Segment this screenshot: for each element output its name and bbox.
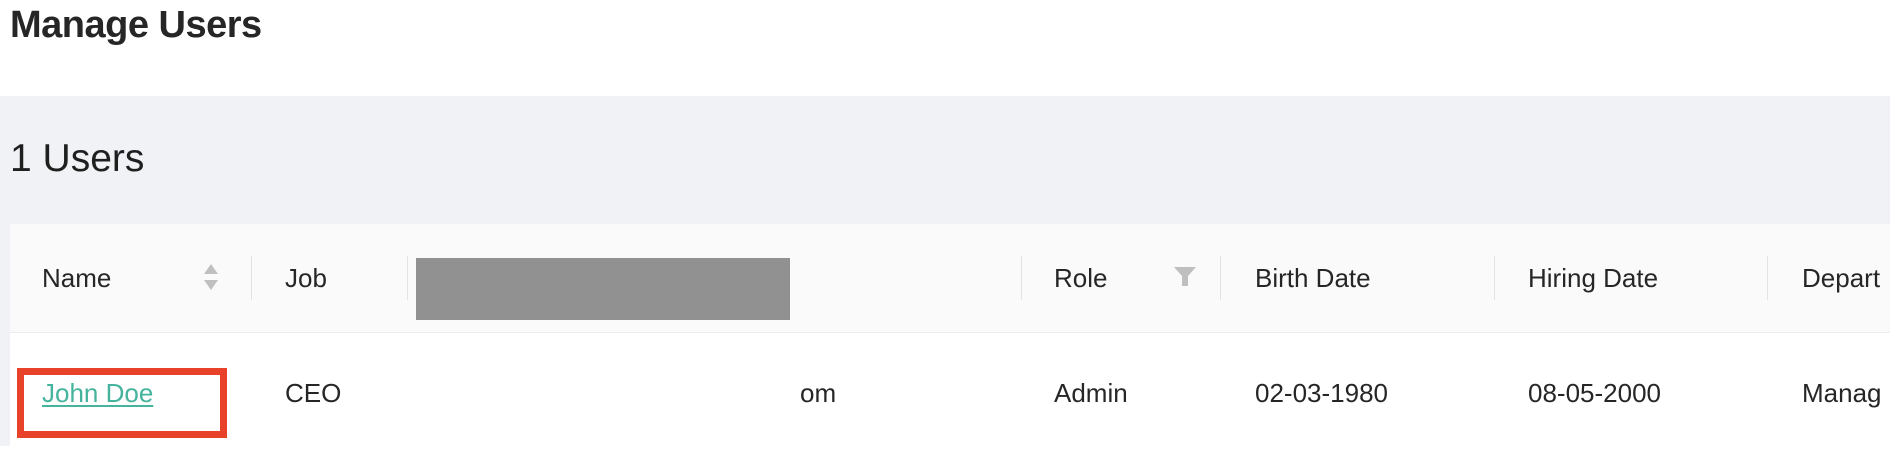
users-table: Name Job Email Role Birth Date Hiring Da… <box>10 224 1890 446</box>
sort-icon[interactable] <box>202 262 220 292</box>
column-header-name[interactable]: Name <box>42 224 111 332</box>
users-panel: 1 Users Name Job Email Role Birth Date H… <box>0 96 1890 446</box>
redaction-block <box>416 258 790 320</box>
table-header: Name Job Email Role Birth Date Hiring Da… <box>10 224 1890 333</box>
column-header-department[interactable]: Depart <box>1802 224 1880 332</box>
column-separator[interactable] <box>251 256 252 300</box>
column-separator[interactable] <box>1220 256 1221 300</box>
cell-email: om <box>800 378 837 408</box>
table-row: John Doe CEO om Admin 02-03-1980 08-05-2… <box>10 333 1890 446</box>
user-name-text[interactable]: John Doe <box>42 378 153 408</box>
users-count-heading: 1 Users <box>10 137 145 180</box>
column-separator[interactable] <box>1494 256 1495 300</box>
cell-birth-date: 02-03-1980 <box>1255 378 1388 408</box>
column-separator[interactable] <box>1767 256 1768 300</box>
page-title: Manage Users <box>10 4 262 46</box>
column-header-birth-date[interactable]: Birth Date <box>1255 224 1371 332</box>
column-header-role[interactable]: Role <box>1054 224 1107 332</box>
column-separator[interactable] <box>407 256 408 300</box>
cell-role: Admin <box>1054 378 1128 408</box>
column-separator[interactable] <box>1021 256 1022 300</box>
user-name-link[interactable]: John Doe <box>42 333 153 446</box>
column-header-hiring-date[interactable]: Hiring Date <box>1528 224 1658 332</box>
column-header-job[interactable]: Job <box>285 224 327 332</box>
filter-icon[interactable] <box>1173 264 1197 288</box>
cell-job: CEO <box>285 378 342 408</box>
cell-hiring-date: 08-05-2000 <box>1528 378 1661 408</box>
cell-department: Manag <box>1802 378 1882 408</box>
